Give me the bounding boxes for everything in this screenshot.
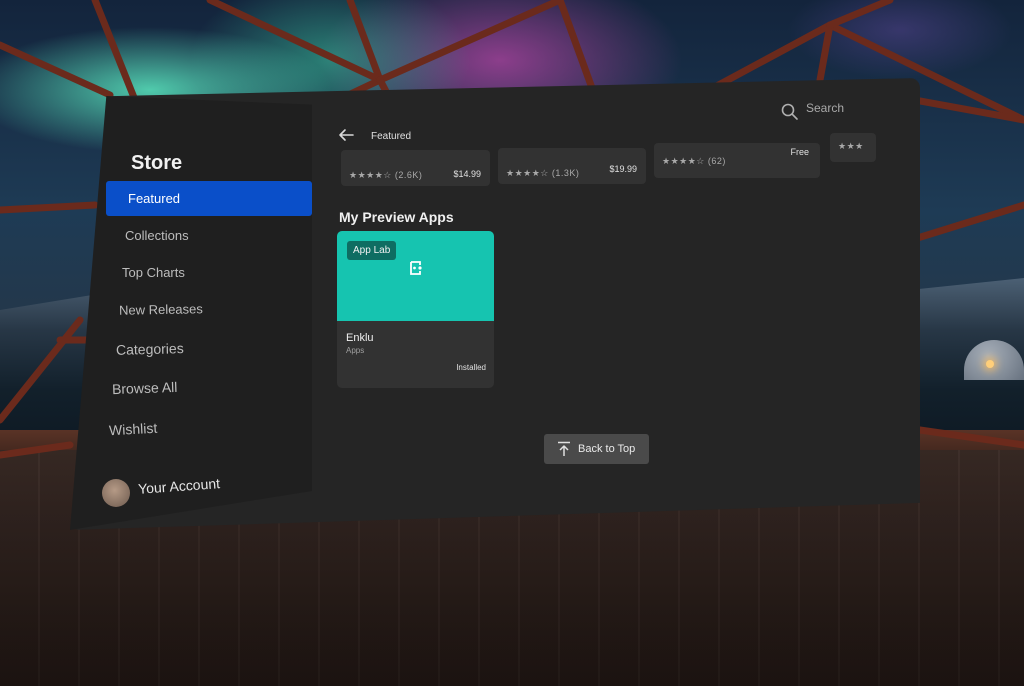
avatar[interactable] — [102, 479, 130, 507]
sidebar-item-top-charts[interactable]: Top Charts — [122, 265, 185, 280]
featured-app-tile[interactable]: ★★★★☆ (62) Free — [654, 143, 820, 178]
featured-app-tile[interactable]: ★★★ — [830, 133, 876, 162]
sidebar-item-categories[interactable]: Categories — [116, 340, 184, 358]
section-title: My Preview Apps — [339, 209, 454, 225]
enklu-logo-icon — [410, 261, 422, 275]
arrow-up-to-line-icon — [558, 441, 570, 456]
price: $19.99 — [609, 164, 637, 174]
arrow-left-icon[interactable] — [337, 126, 355, 144]
breadcrumb: Featured — [371, 131, 412, 142]
sidebar-item-collections[interactable]: Collections — [125, 228, 189, 243]
app-name: Enklu — [346, 332, 374, 344]
search-input[interactable]: Search — [806, 101, 844, 115]
app-lab-badge: App Lab — [347, 241, 397, 260]
rating: ★★★★☆ (62) — [662, 156, 726, 166]
back-to-top-button[interactable]: Back to Top — [544, 434, 649, 464]
sidebar-item-wishlist[interactable]: Wishlist — [109, 420, 158, 439]
app-category: Apps — [346, 346, 365, 355]
sidebar-item-label: Featured — [128, 191, 181, 206]
sidebar-item-browse-all[interactable]: Browse All — [112, 379, 178, 397]
featured-app-tile[interactable]: ★★★★☆ (2.6K) $14.99 — [341, 150, 490, 186]
app-hero-image: App Lab — [337, 231, 494, 321]
price: $14.99 — [453, 169, 481, 179]
app-card-enklu[interactable]: App Lab Enklu Apps Installed — [337, 231, 494, 388]
search-icon[interactable] — [780, 102, 800, 122]
rating: ★★★★☆ (1.3K) — [506, 168, 580, 178]
rating: ★★★ — [838, 141, 864, 151]
featured-app-tile[interactable]: ★★★★☆ (1.3K) $19.99 — [498, 148, 646, 184]
price: Free — [790, 147, 809, 157]
rating: ★★★★☆ (2.6K) — [349, 170, 423, 180]
sidebar-item-new-releases[interactable]: New Releases — [119, 301, 203, 317]
install-status: Installed — [456, 363, 486, 372]
back-to-top-label: Back to Top — [578, 443, 636, 455]
store-title: Store — [131, 152, 183, 174]
